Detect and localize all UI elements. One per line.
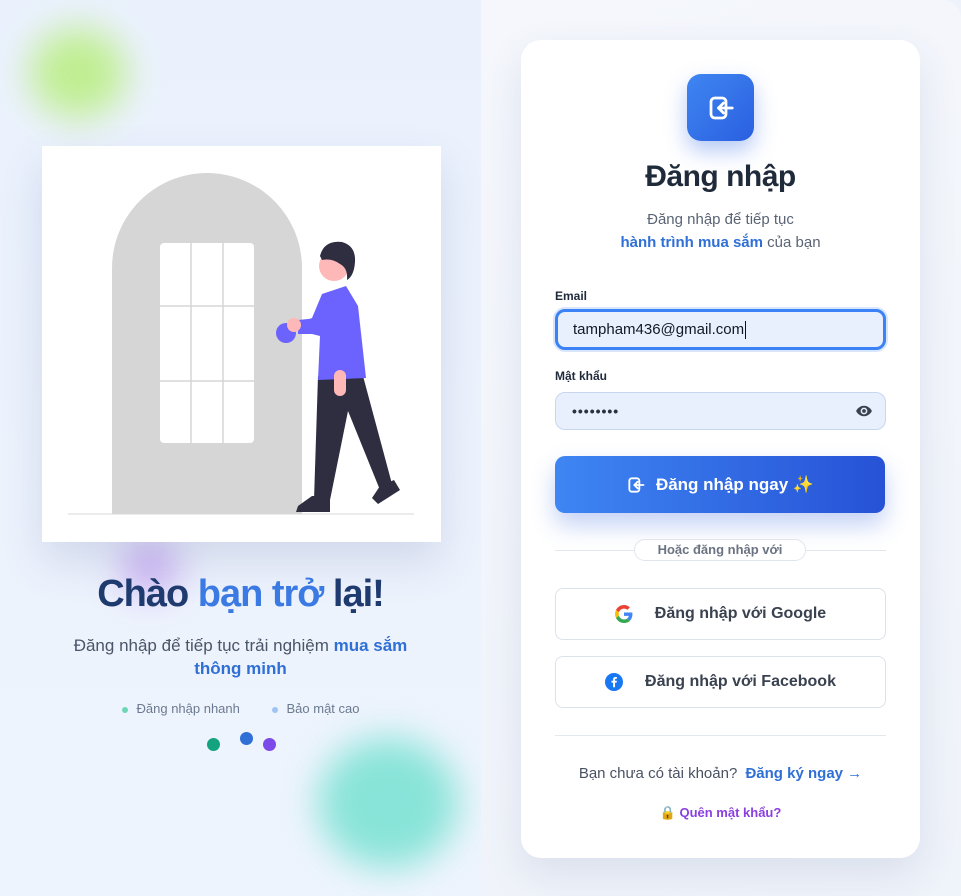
welcome-panel: Chào bạn trở lại! Đăng nhập để tiếp tục … bbox=[0, 0, 481, 896]
login-title: Đăng nhập bbox=[645, 160, 796, 193]
signup-link[interactable]: Đăng ký ngay → bbox=[745, 765, 862, 782]
door-illustration bbox=[42, 146, 441, 542]
login-subtitle: Đăng nhập để tiếp tục hành trình mua sắm… bbox=[521, 208, 920, 254]
login-subtitle-line: Đăng nhập để tiếp tục bbox=[647, 211, 794, 228]
welcome-title-part: Chào bbox=[97, 573, 198, 615]
decorative-blob bbox=[30, 28, 126, 118]
login-submit-label: Đăng nhập ngay ✨ bbox=[655, 474, 815, 494]
login-subtitle-rest: của bạn bbox=[762, 234, 821, 251]
feature-list: Đăng nhập nhanh Bảo mật cao bbox=[0, 701, 481, 716]
welcome-subtitle-text: Đăng nhập để tiếp tục trải nghiệm bbox=[73, 636, 334, 655]
lock-icon: 🔒 bbox=[659, 805, 676, 820]
login-subtitle-line: hành trình mua sắm của bạn bbox=[521, 231, 920, 254]
login-logo bbox=[687, 74, 754, 141]
decorative-dot bbox=[207, 738, 220, 751]
forgot-password-link[interactable]: 🔒 Quên mật khẩu? bbox=[521, 805, 920, 821]
google-login-button[interactable]: Đăng nhập với Google bbox=[555, 588, 886, 640]
eye-icon[interactable] bbox=[855, 402, 873, 420]
email-label: Email bbox=[555, 289, 588, 303]
signup-row: Bạn chưa có tài khoản? Đăng ký ngay → bbox=[521, 765, 920, 782]
welcome-title-accent: bạn trở bbox=[197, 573, 325, 615]
welcome-subtitle: Đăng nhập để tiếp tục trải nghiệm mua sắ… bbox=[50, 634, 431, 680]
feature-label: Đăng nhập nhanh bbox=[136, 701, 240, 716]
divider-label: Hoặc đăng nhập với bbox=[634, 539, 806, 561]
email-value: tampham436@gmail.com bbox=[573, 321, 745, 338]
forgot-password-label: Quên mật khẩu? bbox=[679, 805, 782, 820]
login-submit-button[interactable]: Đăng nhập ngay ✨ bbox=[555, 456, 885, 513]
facebook-icon bbox=[605, 673, 624, 691]
text-caret bbox=[745, 320, 747, 339]
google-login-label: Đăng nhập với Google bbox=[654, 605, 827, 622]
divider bbox=[555, 735, 886, 736]
login-arrow-icon bbox=[709, 96, 734, 119]
decorative-dot bbox=[240, 732, 253, 745]
password-label: Mật khẩu bbox=[555, 369, 608, 383]
feature-dot bbox=[271, 706, 278, 713]
welcome-title: Chào bạn trở lại! bbox=[0, 573, 481, 616]
feature-item: Đăng nhập nhanh bbox=[121, 701, 240, 716]
password-value: •••••••• bbox=[572, 403, 620, 419]
password-field[interactable]: •••••••• bbox=[555, 392, 886, 430]
signup-prompt: Bạn chưa có tài khoản? bbox=[578, 765, 738, 782]
login-card: Đăng nhập Đăng nhập để tiếp tục hành trì… bbox=[521, 40, 920, 858]
feature-item: Bảo mật cao bbox=[271, 701, 360, 716]
divider-line bbox=[806, 550, 886, 551]
decorative-blob bbox=[318, 738, 458, 868]
email-field[interactable]: tampham436@gmail.com bbox=[555, 309, 886, 350]
login-subtitle-accent: hành trình mua sắm bbox=[620, 234, 763, 251]
divider-line bbox=[555, 550, 635, 551]
facebook-login-button[interactable]: Đăng nhập với Facebook bbox=[555, 656, 886, 708]
google-icon bbox=[614, 605, 633, 623]
login-arrow-icon bbox=[628, 476, 645, 493]
facebook-login-label: Đăng nhập với Facebook bbox=[645, 673, 836, 690]
feature-label: Bảo mật cao bbox=[286, 701, 360, 716]
feature-dot bbox=[121, 706, 128, 713]
decorative-dot bbox=[263, 738, 276, 751]
welcome-title-part: lại! bbox=[323, 573, 385, 615]
